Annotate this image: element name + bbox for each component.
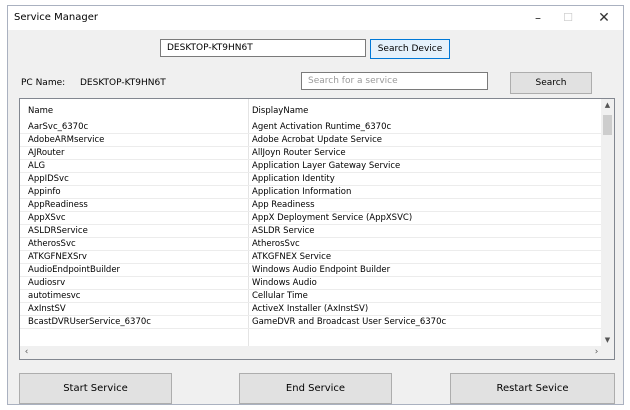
table-row[interactable]: BcastDVRUserService_6370c GameDVR and Bro… — [20, 316, 603, 329]
service-manager-window: Service Manager – ☐ ✕ DESKTOP-KT9HN6T Se… — [7, 5, 624, 405]
horizontal-scrollbar[interactable]: ‹ › — [20, 346, 603, 359]
service-displayname-cell: ASLDR Service — [252, 226, 315, 236]
maximize-icon[interactable]: ☐ — [553, 8, 583, 28]
table-row[interactable]: AJRouter AllJoyn Router Service — [20, 147, 603, 160]
table-row[interactable]: ASLDRService ASLDR Service — [20, 225, 603, 238]
service-displayname-cell: App Readiness — [252, 200, 315, 210]
window-title: Service Manager — [14, 12, 98, 23]
service-name-cell: Audiosrv — [28, 278, 66, 288]
search-device-button[interactable]: Search Device — [370, 39, 450, 59]
end-service-button[interactable]: End Service — [239, 373, 392, 404]
table-row[interactable]: Appinfo Application Information — [20, 186, 603, 199]
service-displayname-cell: GameDVR and Broadcast User Service_6370c — [252, 317, 447, 327]
service-displayname-cell: Adobe Acrobat Update Service — [252, 135, 382, 145]
services-table[interactable]: Name DisplayName AarSvc_6370c Agent Activ… — [19, 98, 615, 360]
table-row[interactable]: AppIDSvc Application Identity — [20, 173, 603, 186]
service-name-cell: AdobeARMservice — [28, 135, 105, 145]
service-name-cell: AJRouter — [28, 148, 65, 158]
service-name-cell: Appinfo — [28, 187, 61, 197]
service-displayname-cell: Application Layer Gateway Service — [252, 161, 401, 171]
service-search-input[interactable]: Search for a service — [301, 72, 488, 90]
vertical-scroll-thumb[interactable] — [603, 115, 612, 135]
service-name-cell: ATKGFNEXSrv — [28, 252, 87, 262]
service-name-cell: AppXSvc — [28, 213, 66, 223]
service-name-cell: BcastDVRUserService_6370c — [28, 317, 151, 327]
table-row[interactable]: ATKGFNEXSrv ATKGFNEX Service — [20, 251, 603, 264]
service-displayname-cell: Windows Audio Endpoint Builder — [252, 265, 391, 275]
title-bar: Service Manager – ☐ ✕ — [8, 6, 623, 30]
service-displayname-cell: Cellular Time — [252, 291, 308, 301]
pc-name-value: DESKTOP-KT9HN6T — [80, 78, 166, 88]
service-name-cell: AppReadiness — [28, 200, 88, 210]
service-name-cell: AxInstSV — [28, 304, 66, 314]
device-name-input[interactable]: DESKTOP-KT9HN6T — [160, 39, 366, 57]
service-displayname-cell: AtherosSvc — [252, 239, 300, 249]
service-displayname-cell: AllJoyn Router Service — [252, 148, 346, 158]
service-displayname-cell: ActiveX Installer (AxInstSV) — [252, 304, 369, 314]
table-row[interactable]: Audiosrv Windows Audio — [20, 277, 603, 290]
scrollbar-corner — [601, 346, 614, 359]
service-displayname-cell: Windows Audio — [252, 278, 317, 288]
service-name-cell: ASLDRService — [28, 226, 88, 236]
close-icon[interactable]: ✕ — [589, 8, 619, 28]
service-name-cell: ALG — [28, 161, 46, 171]
service-displayname-cell: Agent Activation Runtime_6370c — [252, 122, 392, 132]
table-row[interactable]: AxInstSV ActiveX Installer (AxInstSV) — [20, 303, 603, 316]
service-displayname-cell: ATKGFNEX Service — [252, 252, 332, 262]
service-name-cell: AudioEndpointBuilder — [28, 265, 121, 275]
scroll-up-icon[interactable]: ▲ — [601, 99, 614, 112]
service-displayname-cell: AppX Deployment Service (AppXSVC) — [252, 213, 413, 223]
start-service-button[interactable]: Start Service — [19, 373, 172, 404]
column-header-name[interactable]: Name — [28, 106, 53, 116]
table-row[interactable]: ALG Application Layer Gateway Service — [20, 160, 603, 173]
service-name-cell: AarSvc_6370c — [28, 122, 89, 132]
table-row[interactable]: AdobeARMservice Adobe Acrobat Update Serv… — [20, 134, 603, 147]
table-row[interactable]: AtherosSvc AtherosSvc — [20, 238, 603, 251]
table-header: Name DisplayName — [20, 99, 603, 121]
table-row[interactable]: autotimesvc Cellular Time — [20, 290, 603, 303]
search-button[interactable]: Search — [510, 72, 592, 94]
minimize-icon[interactable]: – — [523, 8, 553, 28]
service-displayname-cell: Application Information — [252, 187, 352, 197]
service-name-cell: autotimesvc — [28, 291, 81, 301]
service-name-cell: AppIDSvc — [28, 174, 69, 184]
pc-name-label: PC Name: — [21, 78, 66, 88]
vertical-scrollbar[interactable]: ▲ ▼ — [601, 99, 614, 347]
table-row[interactable]: AudioEndpointBuilder Windows Audio Endpoi… — [20, 264, 603, 277]
restart-service-button[interactable]: Restart Sevice — [450, 373, 615, 404]
service-name-cell: AtherosSvc — [28, 239, 76, 249]
scroll-left-icon[interactable]: ‹ — [20, 346, 33, 359]
table-row[interactable]: AppReadiness App Readiness — [20, 199, 603, 212]
table-row[interactable]: AppXSvc AppX Deployment Service (AppXSVC) — [20, 212, 603, 225]
service-displayname-cell: Application Identity — [252, 174, 335, 184]
table-body: AarSvc_6370c Agent Activation Runtime_637… — [20, 121, 603, 329]
table-row[interactable]: AarSvc_6370c Agent Activation Runtime_637… — [20, 121, 603, 134]
column-header-displayname[interactable]: DisplayName — [252, 106, 308, 116]
